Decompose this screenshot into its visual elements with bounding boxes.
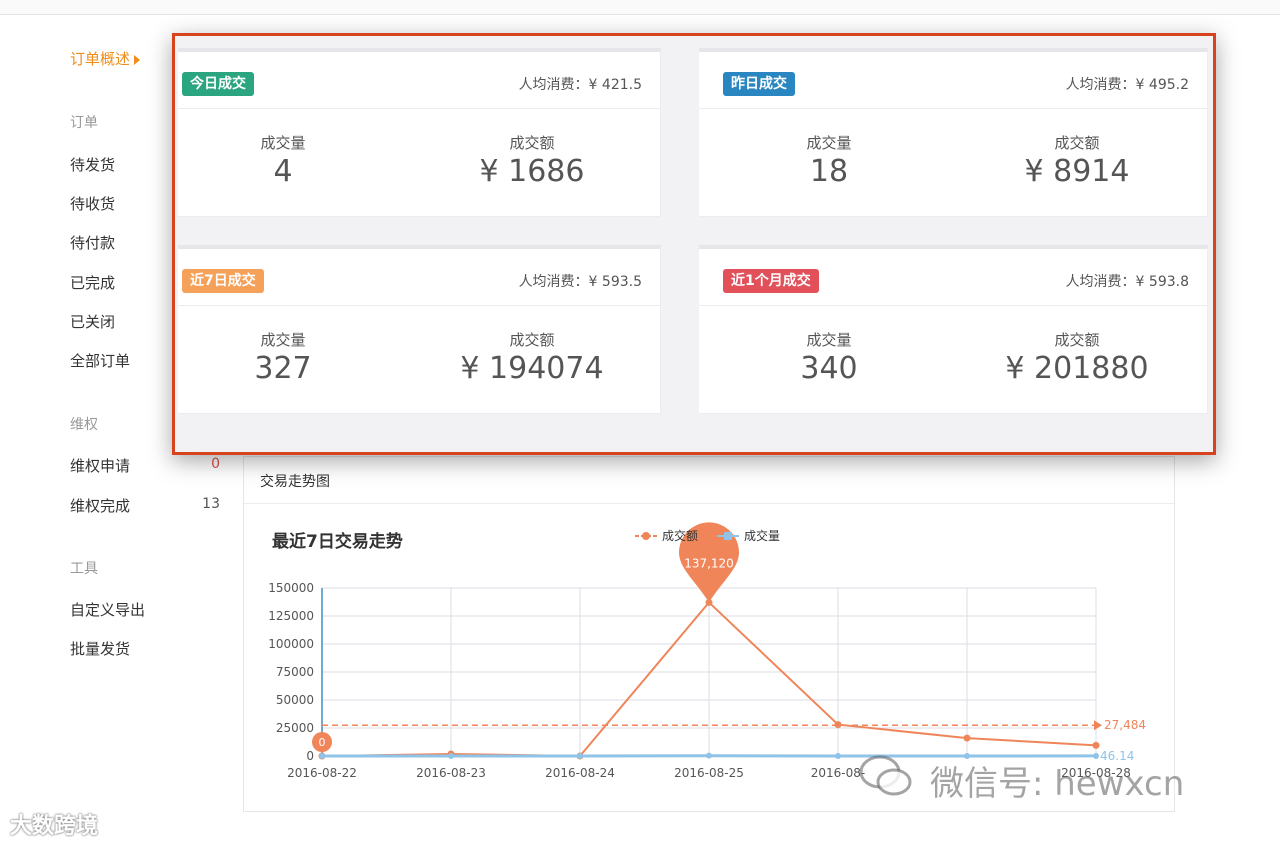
y-tick-label: 75000 — [276, 665, 314, 679]
watermark-right: 微信号: hewxcn — [930, 764, 1185, 804]
stat-card-7days: 近7日成交 人均消费：¥ 593.5 成交量 327 成交额 ¥ 194074 — [178, 245, 661, 414]
data-point — [963, 734, 971, 742]
amount-value: ¥ 1686 — [479, 154, 585, 189]
max-value-label: 137,120 — [684, 556, 734, 570]
x-tick-label: 2016-08-25 — [674, 766, 744, 780]
volume-value: 18 — [809, 154, 849, 189]
min-value-label: 0 — [319, 736, 326, 749]
volume-label: 成交量 — [260, 134, 306, 152]
volume-value: 340 — [800, 351, 858, 386]
legend-marker — [724, 532, 732, 540]
y-tick-label: 25000 — [276, 721, 314, 735]
volume-label: 成交量 — [806, 331, 852, 349]
stat-card-today: 今日成交 人均消费：¥ 421.5 成交量 4 成交额 ¥ 1686 — [178, 48, 661, 217]
amount-label: 成交额 — [509, 331, 555, 349]
card-badge: 今日成交 — [182, 72, 254, 96]
y-tick-label: 150000 — [268, 581, 314, 595]
volume-label: 成交量 — [260, 331, 306, 349]
watermark-left: 大数跨境 — [10, 814, 99, 839]
y-tick-label: 50000 — [276, 693, 314, 707]
legend-label: 成交额 — [662, 528, 698, 543]
data-point — [1092, 741, 1100, 749]
data-point — [835, 752, 841, 759]
card-header: 近7日成交 人均消费：¥ 593.5 — [178, 249, 660, 306]
average-line-label: 27,484 — [1104, 718, 1146, 732]
amount-label: 成交额 — [1054, 134, 1100, 152]
volume-value: 327 — [254, 351, 312, 386]
card-badge: 近1个月成交 — [723, 269, 819, 293]
legend-label: 成交量 — [744, 528, 780, 543]
x-tick-label: 2016-08-23 — [416, 766, 486, 780]
amount-value: ¥ 194074 — [460, 351, 604, 386]
y-tick-label: 0 — [306, 749, 314, 763]
x-tick-label: 2016-08-24 — [545, 766, 615, 780]
stat-card-1month: 近1个月成交 人均消费：¥ 593.8 成交量 340 成交额 ¥ 201880 — [699, 245, 1208, 414]
data-point — [319, 753, 325, 759]
card-header: 今日成交 人均消费：¥ 421.5 — [178, 52, 660, 109]
y-tick-label: 125000 — [268, 609, 314, 623]
card-header: 近1个月成交 人均消费：¥ 593.8 — [699, 249, 1207, 306]
amount-value: ¥ 8914 — [1024, 154, 1130, 189]
average-spend: 人均消费：¥ 593.5 — [518, 274, 642, 290]
volume-label: 成交量 — [806, 134, 852, 152]
data-point — [448, 752, 454, 759]
card-header: 昨日成交 人均消费：¥ 495.2 — [699, 52, 1207, 109]
card-badge: 近7日成交 — [182, 269, 264, 293]
stat-card-yesterday: 昨日成交 人均消费：¥ 495.2 成交量 18 成交额 ¥ 8914 — [699, 48, 1208, 217]
x-tick-label: 2016-08-22 — [287, 766, 357, 780]
y-tick-label: 100000 — [268, 637, 314, 651]
data-point — [706, 752, 712, 759]
data-point — [577, 753, 583, 759]
overview-highlight-frame: 今日成交 人均消费：¥ 421.5 成交量 4 成交额 ¥ 1686 昨日成交 … — [172, 33, 1216, 455]
average-spend: 人均消费：¥ 421.5 — [518, 77, 642, 93]
card-badge: 昨日成交 — [723, 72, 795, 96]
amount-label: 成交额 — [1054, 331, 1100, 349]
amount-value: ¥ 201880 — [1005, 351, 1149, 386]
average-line-arrow — [1094, 720, 1102, 731]
legend-marker — [642, 532, 650, 540]
amount-label: 成交额 — [509, 134, 555, 152]
wechat-icon — [859, 755, 912, 796]
volume-value: 4 — [273, 154, 293, 189]
average-spend: 人均消费：¥ 593.8 — [1065, 274, 1189, 290]
average-spend: 人均消费：¥ 495.2 — [1065, 77, 1189, 93]
